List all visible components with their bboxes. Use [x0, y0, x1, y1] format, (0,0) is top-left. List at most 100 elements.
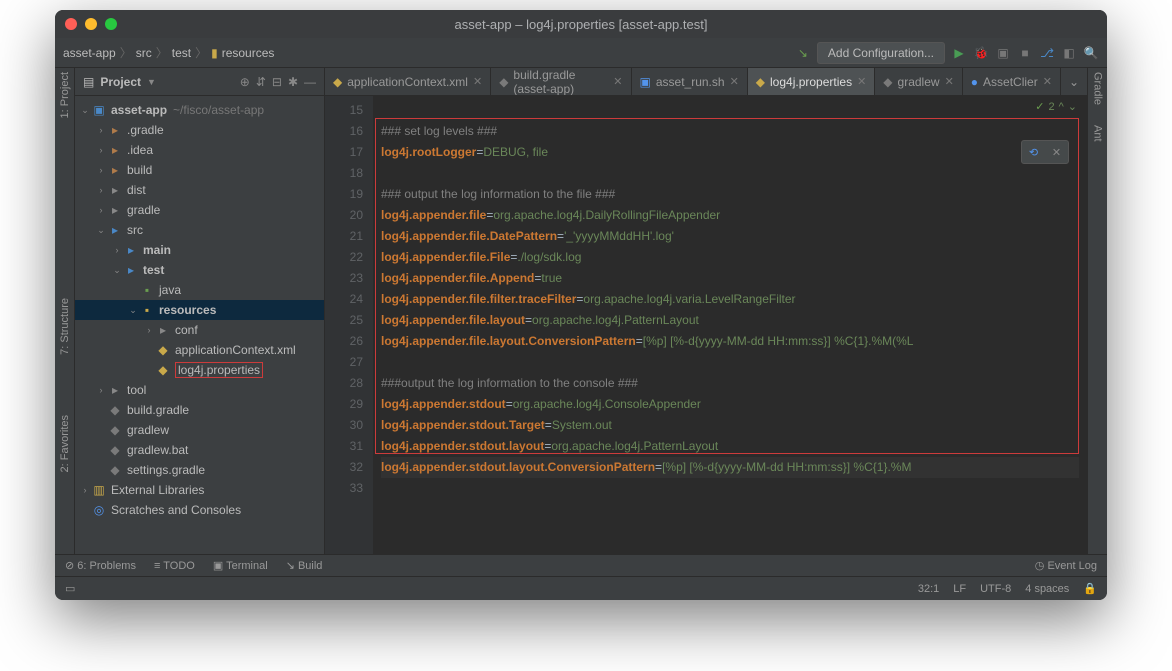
tree-row[interactable]: ›▸tool: [75, 380, 324, 400]
line-separator[interactable]: LF: [953, 583, 966, 595]
file-icon: ◆: [756, 75, 765, 89]
tree-row[interactable]: ›▸conf: [75, 320, 324, 340]
editor-tab[interactable]: ▣asset_run.sh✕: [632, 68, 748, 95]
caret-position[interactable]: 32:1: [918, 583, 939, 595]
search-icon[interactable]: 🔍: [1083, 45, 1099, 61]
tree-row[interactable]: ▪java: [75, 280, 324, 300]
expand-arrow-icon[interactable]: ⌄: [95, 225, 107, 236]
editor-tab[interactable]: ●AssetClier✕: [963, 68, 1061, 95]
tree-row[interactable]: ◆settings.gradle: [75, 460, 324, 480]
tool-window-gradle[interactable]: Gradle: [1092, 72, 1104, 105]
close-tab-icon[interactable]: ✕: [1043, 75, 1052, 88]
external-libraries[interactable]: › ▥ External Libraries: [75, 480, 324, 500]
project-tree[interactable]: ⌄ ▣ asset-app ~/fisco/asset-app ›▸.gradl…: [75, 96, 324, 554]
dropdown-icon[interactable]: ▼: [147, 77, 156, 87]
tree-row[interactable]: ›▸.idea: [75, 140, 324, 160]
editor-tab[interactable]: ◆build.gradle (asset-app)✕: [491, 68, 631, 95]
search-everywhere-icon[interactable]: ◧: [1061, 45, 1077, 61]
indent-settings[interactable]: 4 spaces: [1025, 583, 1069, 595]
run-icon[interactable]: ▶: [951, 45, 967, 61]
close-tab-icon[interactable]: ✕: [857, 75, 866, 88]
git-icon[interactable]: ⎇: [1039, 45, 1055, 61]
hide-icon[interactable]: —: [304, 75, 316, 89]
expand-arrow-icon[interactable]: ›: [95, 125, 107, 135]
close-tab-icon[interactable]: ✕: [613, 75, 622, 88]
zoom-window-button[interactable]: [105, 18, 117, 30]
tree-item-label: gradle: [127, 203, 160, 217]
expand-arrow-icon[interactable]: ⌄: [127, 305, 139, 316]
tab-label: gradlew: [898, 75, 940, 89]
code-content[interactable]: ### set log levels ### log4j.rootLogger=…: [373, 96, 1087, 503]
tree-item-label: .idea: [127, 143, 153, 157]
expand-arrow-icon[interactable]: ›: [143, 325, 155, 335]
close-window-button[interactable]: [65, 18, 77, 30]
editor-tab[interactable]: ◆gradlew✕: [875, 68, 962, 95]
hammer-build-icon[interactable]: ↘: [795, 45, 811, 61]
editor-tab[interactable]: ◆log4j.properties✕: [748, 68, 876, 95]
expand-arrow-icon[interactable]: ›: [111, 245, 123, 255]
tool-window-favorites[interactable]: 2: Favorites: [59, 415, 71, 472]
expand-icon[interactable]: ⇵: [256, 75, 266, 89]
status-bar: ▭ 32:1 LF UTF-8 4 spaces 🔒: [55, 576, 1107, 600]
coverage-icon[interactable]: ▣: [995, 45, 1011, 61]
breadcrumb-item[interactable]: resources: [222, 46, 275, 60]
gear-icon[interactable]: ✱: [288, 75, 298, 89]
tree-row[interactable]: ›▸gradle: [75, 200, 324, 220]
tool-window-structure[interactable]: 7: Structure: [59, 298, 71, 355]
tree-row[interactable]: ⌄▸src: [75, 220, 324, 240]
tree-root[interactable]: ⌄ ▣ asset-app ~/fisco/asset-app: [75, 100, 324, 120]
tool-window-ant[interactable]: Ant: [1092, 125, 1104, 142]
tool-window-todo[interactable]: ≡ TODO: [154, 560, 195, 572]
breadcrumb-item[interactable]: asset-app: [63, 46, 116, 60]
expand-arrow-icon[interactable]: ›: [95, 385, 107, 395]
tool-window-build[interactable]: ↘ Build: [286, 559, 323, 572]
breadcrumb[interactable]: asset-app〉 src〉 test〉 ▮ resources: [63, 44, 274, 61]
tree-item-label: .gradle: [127, 123, 164, 137]
tree-row[interactable]: ◆applicationContext.xml: [75, 340, 324, 360]
minimize-window-button[interactable]: [85, 18, 97, 30]
expand-arrow-icon[interactable]: ›: [95, 165, 107, 175]
expand-arrow-icon[interactable]: ⌄: [111, 265, 123, 276]
breadcrumb-item[interactable]: test: [172, 46, 191, 60]
tree-row[interactable]: ◆log4j.properties: [75, 360, 324, 380]
tool-window-terminal[interactable]: ▣ Terminal: [213, 559, 268, 572]
tree-row[interactable]: ›▸.gradle: [75, 120, 324, 140]
project-view-icon: ▤: [83, 75, 94, 89]
collapse-icon[interactable]: ⊟: [272, 75, 282, 89]
project-view-title[interactable]: Project: [100, 75, 141, 89]
stop-icon[interactable]: ■: [1017, 45, 1033, 61]
tool-window-project[interactable]: 1: Project: [59, 72, 71, 118]
expand-arrow-icon[interactable]: ›: [95, 185, 107, 195]
window-controls: [65, 18, 117, 30]
file-icon: ▸: [107, 183, 123, 197]
scratches[interactable]: ◎ Scratches and Consoles: [75, 500, 324, 520]
editor-tab[interactable]: ◆applicationContext.xml✕: [325, 68, 491, 95]
expand-arrow-icon[interactable]: ›: [95, 205, 107, 215]
tree-row[interactable]: ›▸build: [75, 160, 324, 180]
debug-icon[interactable]: 🐞: [973, 45, 989, 61]
breadcrumb-item[interactable]: src: [136, 46, 152, 60]
run-configuration-button[interactable]: Add Configuration...: [817, 42, 945, 64]
tree-row[interactable]: ◆gradlew.bat: [75, 440, 324, 460]
expand-arrow-icon[interactable]: ⌄: [79, 105, 91, 116]
lock-icon[interactable]: 🔒: [1083, 582, 1097, 595]
locate-icon[interactable]: ⊕: [240, 75, 250, 89]
expand-arrow-icon[interactable]: ›: [95, 145, 107, 155]
status-messages[interactable]: ▭: [65, 582, 75, 595]
tree-row[interactable]: ⌄▪resources: [75, 300, 324, 320]
tree-row[interactable]: ◆build.gradle: [75, 400, 324, 420]
tree-row[interactable]: ›▸dist: [75, 180, 324, 200]
tree-row[interactable]: ⌄▸test: [75, 260, 324, 280]
tree-row[interactable]: ◆gradlew: [75, 420, 324, 440]
event-log-button[interactable]: ◷ Event Log: [1035, 559, 1097, 572]
tab-overflow-button[interactable]: ⌄: [1061, 68, 1087, 95]
close-tab-icon[interactable]: ✕: [730, 75, 739, 88]
tool-window-problems[interactable]: ⊘ 6: Problems: [65, 559, 136, 572]
code-editor[interactable]: 15161718192021222324252627282930313233 ✓…: [325, 96, 1087, 554]
close-tab-icon[interactable]: ✕: [945, 75, 954, 88]
tree-item-label: settings.gradle: [127, 463, 205, 477]
tree-row[interactable]: ›▸main: [75, 240, 324, 260]
file-encoding[interactable]: UTF-8: [980, 583, 1011, 595]
expand-arrow-icon[interactable]: ›: [79, 485, 91, 495]
close-tab-icon[interactable]: ✕: [473, 75, 482, 88]
